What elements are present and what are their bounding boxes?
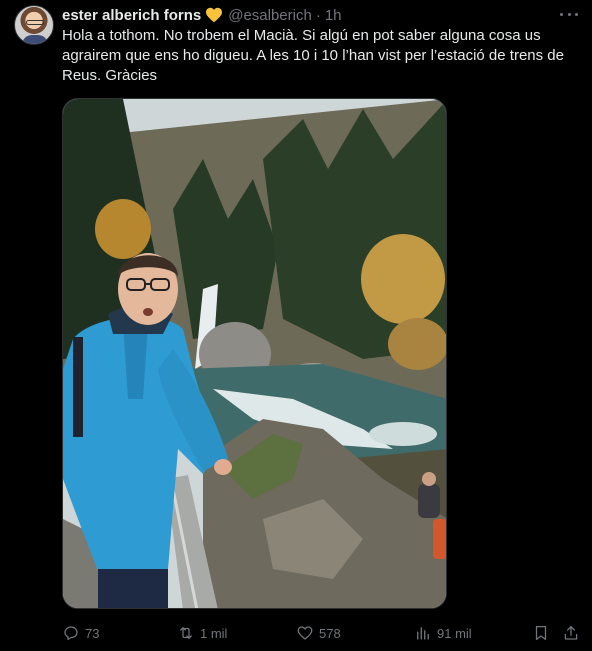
tweet-header: ester alberich forns @esalberich · 1h xyxy=(62,6,342,24)
heart-outline-icon xyxy=(297,626,313,640)
tweet-actions: 73 1 mil 578 91 mil xyxy=(62,623,582,643)
repost-icon xyxy=(180,627,192,639)
views-button[interactable]: 91 mil xyxy=(414,623,472,643)
bookmark-icon xyxy=(535,625,547,641)
tweet-photo[interactable] xyxy=(62,98,447,609)
like-button[interactable]: 578 xyxy=(296,623,341,643)
reply-icon xyxy=(64,626,78,641)
yellow-heart-icon xyxy=(206,7,223,23)
more-options-icon[interactable] xyxy=(560,7,578,21)
avatar-glasses xyxy=(26,20,44,25)
share-icon xyxy=(564,625,578,640)
like-count: 578 xyxy=(319,625,341,641)
bookmark-button[interactable] xyxy=(532,623,555,643)
reply-button[interactable]: 73 xyxy=(62,623,99,643)
separator-dot: · xyxy=(315,6,321,24)
tweet-text: Hola a tothom. No trobem el Macià. Si al… xyxy=(62,27,564,84)
views-count: 91 mil xyxy=(437,625,472,641)
repost-button[interactable]: 1 mil xyxy=(177,623,227,643)
photo-illustration xyxy=(63,99,446,608)
author-avatar[interactable] xyxy=(14,5,54,45)
tweet-timestamp[interactable]: 1h xyxy=(325,7,342,24)
repost-count: 1 mil xyxy=(200,625,228,641)
author-handle[interactable]: @esalberich xyxy=(228,7,312,24)
share-button[interactable] xyxy=(562,623,585,643)
author-display-name[interactable]: ester alberich forns xyxy=(62,7,201,24)
reply-count: 73 xyxy=(85,625,100,641)
views-bar-chart-icon xyxy=(417,627,429,640)
avatar-shirt xyxy=(22,35,48,44)
